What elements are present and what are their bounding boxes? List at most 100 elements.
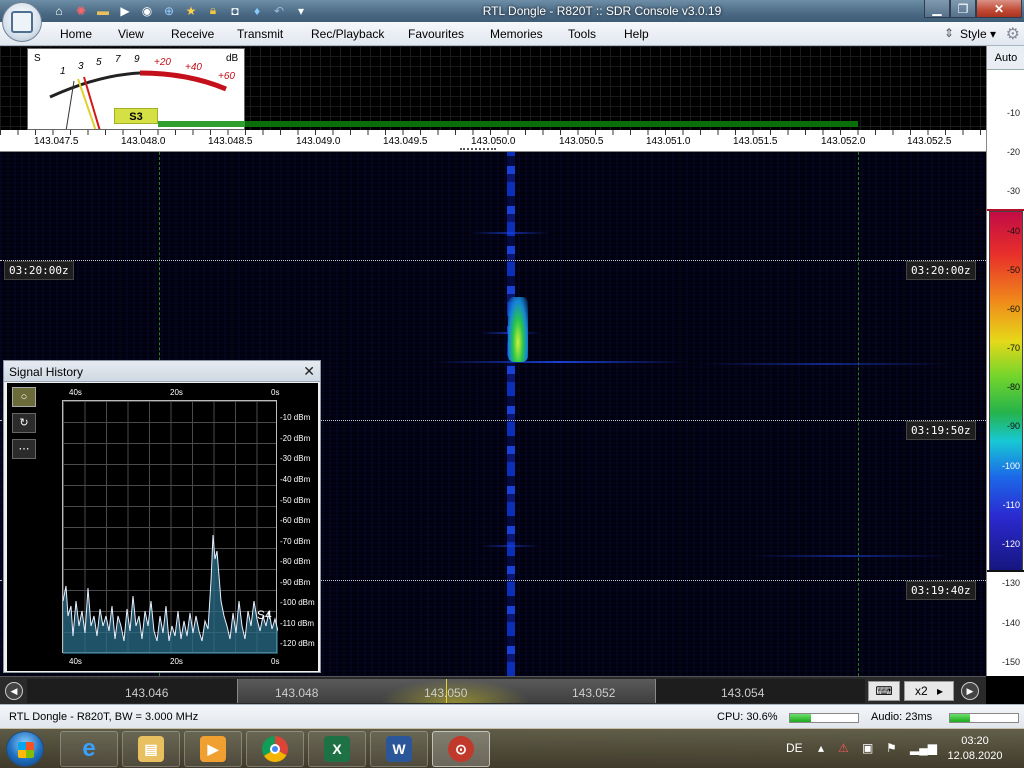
time-marker-right: 03:19:40z	[906, 581, 976, 600]
stop-icon[interactable]: ◉	[138, 2, 156, 19]
s-meter-s-label: S	[34, 53, 41, 64]
audio-status: Audio: 23ms	[871, 711, 933, 723]
menu-tools[interactable]: Tools	[568, 27, 596, 41]
db-label: -80	[1006, 382, 1020, 392]
play-icon[interactable]: ▶	[116, 2, 134, 19]
signal-trace	[470, 232, 550, 234]
star-icon[interactable]: ★	[182, 2, 200, 19]
frequency-label: 143.047.5	[34, 136, 79, 147]
add-icon[interactable]: ⊕	[160, 2, 178, 19]
tuning-label: 143.052	[572, 686, 616, 700]
status-bar: RTL Dongle - R820T, BW = 3.000 MHz CPU: …	[0, 704, 1024, 728]
frequency-label: 143.050.5	[559, 136, 604, 147]
device-tray-icon[interactable]: ▣	[862, 741, 873, 755]
close-button[interactable]: ✕	[976, 0, 1022, 18]
quick-access-toolbar: ⌂ ✺ ▬ ▶ ◉ ⊕ ★ 🔒︎ ◘ ♦ ↶ ▾	[50, 2, 310, 20]
menu-view[interactable]: View	[118, 27, 144, 41]
cpu-bar-fill	[790, 714, 811, 722]
more-options-button[interactable]: ⋯	[12, 439, 36, 459]
taskbar-media-player[interactable]: ▶	[184, 731, 242, 767]
signal-trace	[750, 555, 950, 557]
taskbar-internet-explorer[interactable]: e	[60, 731, 118, 767]
network-icon[interactable]: ▂▄▆	[910, 741, 937, 755]
title-bar: ⌂ ✺ ▬ ▶ ◉ ⊕ ★ 🔒︎ ◘ ♦ ↶ ▾ RTL Dongle - R8…	[0, 0, 1024, 22]
minimize-button[interactable]: ▁	[924, 0, 950, 18]
taskbar-file-explorer[interactable]: ▤	[122, 731, 180, 767]
menu-receive[interactable]: Receive	[171, 27, 214, 41]
close-icon[interactable]: ✕	[303, 363, 315, 380]
signal-history-header[interactable]: Signal History ✕	[4, 361, 320, 382]
zoom-value: x2	[915, 684, 928, 698]
time-axis-label: 20s	[170, 388, 183, 397]
scroll-right-button[interactable]: ▶	[961, 682, 979, 700]
frequency-label: 143.052.0	[821, 136, 866, 147]
tuning-label: 143.054	[721, 686, 765, 700]
folder-icon[interactable]: ▬	[94, 2, 112, 19]
menu-rec-playback[interactable]: Rec/Playback	[311, 27, 384, 41]
auto-scale-button[interactable]: Auto	[987, 46, 1024, 70]
db-label: -30	[1006, 186, 1020, 196]
menu-home[interactable]: Home	[60, 27, 92, 41]
settings-gear-icon[interactable]: ⚙	[1006, 24, 1020, 44]
start-button[interactable]	[6, 731, 44, 767]
style-arrows-icon: ⇕	[943, 26, 954, 40]
frequency-label: 143.048.0	[121, 136, 166, 147]
camera-icon[interactable]: ◘	[226, 2, 244, 19]
db-label: -40	[1006, 226, 1020, 236]
db-label: -20	[1006, 147, 1020, 157]
undo-icon[interactable]: ↶	[270, 2, 288, 19]
s-meter-scale-7: 7	[115, 54, 121, 65]
clock-time: 03:20	[961, 735, 989, 747]
time-marker-left: 03:20:00z	[4, 261, 74, 280]
app-menu-icon	[11, 11, 33, 33]
zoom-selector[interactable]: x2 ▸	[904, 681, 954, 701]
sdr-console-window: ⌂ ✺ ▬ ▶ ◉ ⊕ ★ 🔒︎ ◘ ♦ ↶ ▾ RTL Dongle - R8…	[0, 0, 1024, 768]
signal-history-plot[interactable]	[62, 400, 279, 654]
filter-edge-right[interactable]	[858, 152, 859, 676]
language-indicator[interactable]: DE	[786, 741, 803, 755]
application-button[interactable]	[2, 2, 42, 42]
reset-button[interactable]: ↻	[12, 413, 36, 433]
signal-trace	[480, 545, 540, 547]
scroll-left-button[interactable]: ◀	[5, 682, 23, 700]
lock-icon[interactable]: 🔒︎	[204, 2, 222, 19]
lifebuoy-icon[interactable]: ✺	[72, 2, 90, 19]
record-toggle-button[interactable]: ○	[12, 387, 36, 407]
dbm-label: -40 dBm	[280, 475, 311, 484]
lower-level-marker[interactable]	[987, 570, 1024, 572]
frequency-label: 143.049.0	[296, 136, 341, 147]
time-axis-label: 40s	[69, 388, 82, 397]
keyboard-button[interactable]: ⌨	[868, 681, 900, 701]
db-label: -130	[1001, 578, 1020, 588]
s-meter-db-label: dB	[226, 53, 239, 64]
db-scale[interactable]: Auto -10 -20 -30 -40 -50 -60 -70 -80 -90…	[986, 46, 1024, 676]
maximize-button[interactable]: ❐	[950, 0, 976, 18]
taskbar-sdr-console[interactable]: ⊙	[432, 731, 490, 767]
db-label: -90	[1006, 421, 1020, 431]
s-meter-scale-1: 1	[60, 66, 66, 77]
drop-icon[interactable]: ♦	[248, 2, 266, 19]
menu-transmit[interactable]: Transmit	[237, 27, 283, 41]
home-icon[interactable]: ⌂	[50, 2, 68, 19]
dropdown-icon[interactable]: ▾	[292, 2, 310, 19]
signal-history-s-reading: S4	[257, 608, 272, 622]
signal-history-tools: ○ ↻ ⋯	[12, 387, 38, 465]
frequency-scale[interactable]: 143.047.5 143.048.0 143.048.5 143.049.0 …	[0, 130, 986, 152]
sdr-console-icon: ⊙	[448, 736, 474, 762]
menu-memories[interactable]: Memories	[490, 27, 543, 41]
show-hidden-icons[interactable]: ▴	[818, 741, 824, 755]
taskbar-excel[interactable]: X	[308, 731, 366, 767]
style-menu[interactable]: Style ▾	[960, 27, 996, 41]
media-player-icon: ▶	[200, 736, 226, 762]
acrobat-tray-icon[interactable]: ⚠	[838, 741, 849, 755]
flag-icon[interactable]: ⚑	[886, 741, 897, 755]
menu-help[interactable]: Help	[624, 27, 649, 41]
clock[interactable]: 03:20 12.08.2020	[940, 734, 1010, 764]
chrome-icon	[262, 736, 288, 762]
taskbar-chrome[interactable]	[246, 731, 304, 767]
taskbar-word[interactable]: W	[370, 731, 428, 767]
menu-favourites[interactable]: Favourites	[408, 27, 464, 41]
signal-level-bar	[158, 121, 858, 127]
dbm-label: -50 dBm	[280, 496, 311, 505]
upper-level-marker[interactable]	[987, 209, 1024, 211]
